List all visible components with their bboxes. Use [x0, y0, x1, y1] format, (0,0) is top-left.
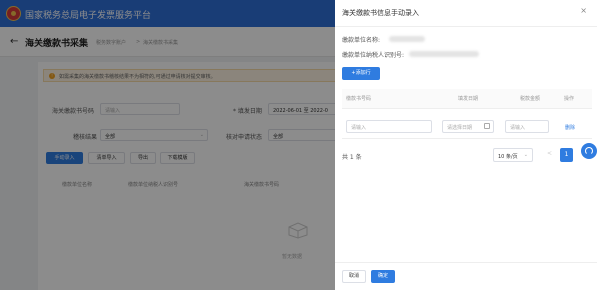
payer-tax-id-label: 缴款单位纳税人识别号:	[342, 52, 405, 59]
payer-tax-id-value-redacted	[409, 51, 479, 57]
chevron-down-icon: ⌄	[523, 152, 528, 158]
delete-row-link[interactable]: 删除	[565, 124, 575, 131]
prev-page-icon[interactable]: <	[547, 150, 552, 157]
certificate-number-input[interactable]: 请输入	[346, 120, 432, 133]
add-row-button[interactable]: +添加行	[342, 67, 380, 80]
payer-name-label: 缴款单位名称:	[342, 37, 381, 44]
column-header: 填发日期	[458, 96, 479, 102]
tax-amount-input[interactable]: 请输入	[505, 120, 549, 133]
divider	[335, 26, 597, 27]
fill-date-picker[interactable]: 请选择日期	[442, 120, 494, 133]
cancel-button[interactable]: 取消	[342, 270, 366, 283]
calendar-icon	[484, 123, 490, 129]
divider	[335, 262, 597, 263]
payer-name-value-redacted	[389, 36, 425, 42]
page-number-current[interactable]: 1	[560, 148, 573, 162]
column-header: 税款金额	[520, 96, 541, 102]
fill-date-placeholder: 请选择日期	[447, 125, 473, 131]
confirm-button[interactable]: 确定	[371, 270, 395, 283]
drawer-title: 海关缴款书信息手动录入	[342, 9, 419, 17]
divider	[342, 138, 592, 139]
page-size-select[interactable]: 10 条/页 ⌄	[493, 148, 533, 162]
column-header: 缴款书号码	[346, 96, 372, 102]
page-size-value: 10 条/页	[498, 154, 518, 160]
total-count: 共 1 条	[342, 154, 362, 161]
headset-icon[interactable]	[581, 143, 597, 159]
column-header: 操作	[564, 96, 575, 102]
close-icon[interactable]: ×	[580, 6, 587, 15]
manual-entry-drawer: 海关缴款书信息手动录入 × 缴款单位名称: 缴款单位纳税人识别号: +添加行 缴…	[335, 0, 597, 290]
